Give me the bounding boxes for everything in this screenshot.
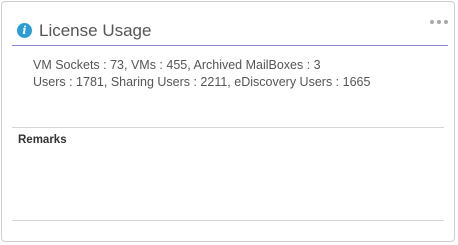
bottom-divider — [12, 220, 444, 221]
menu-dot — [437, 20, 441, 24]
section-divider — [12, 127, 444, 128]
more-options-icon[interactable] — [430, 20, 448, 25]
menu-dot — [444, 20, 448, 24]
menu-dot — [430, 20, 434, 24]
remarks-text — [18, 152, 444, 216]
card-title: License Usage — [39, 21, 152, 40]
usage-line-users: Users : 1781, Sharing Users : 2211, eDis… — [33, 75, 371, 89]
license-usage-card: i License Usage VM Sockets : 73, VMs : 4… — [1, 1, 455, 242]
card-header: i License Usage — [12, 16, 448, 46]
info-icon: i — [17, 23, 32, 38]
remarks-label: Remarks — [18, 134, 67, 146]
usage-summary: VM Sockets : 73, VMs : 455, Archived Mai… — [33, 57, 370, 91]
usage-line-sockets: VM Sockets : 73, VMs : 455, Archived Mai… — [33, 58, 321, 72]
